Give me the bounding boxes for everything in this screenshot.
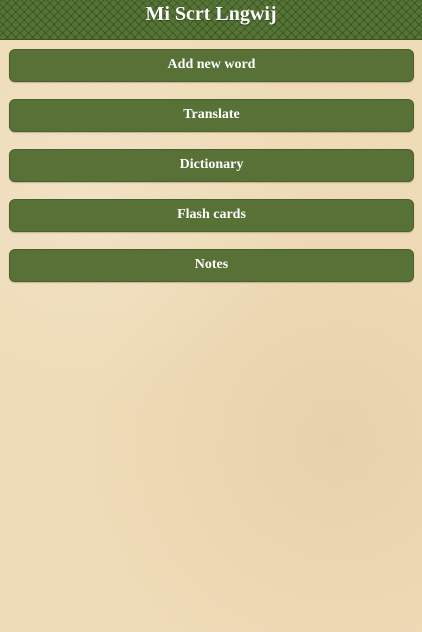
translate-button[interactable]: Translate	[9, 99, 414, 132]
flash-cards-label: Flash cards	[177, 206, 246, 222]
header-bar: Mi Scrt Lngwij	[0, 0, 422, 40]
app-root: Mi Scrt Lngwij Add new word Translate Di…	[0, 0, 422, 632]
notes-button[interactable]: Notes	[9, 249, 414, 282]
add-new-word-button[interactable]: Add new word	[9, 49, 414, 82]
translate-label: Translate	[183, 106, 240, 122]
dictionary-label: Dictionary	[179, 156, 244, 172]
add-new-word-label: Add new word	[167, 56, 256, 72]
notes-label: Notes	[194, 256, 229, 272]
main-menu: Add new word Translate Dictionary Flash …	[9, 49, 414, 299]
app-title: Mi Scrt Lngwij	[145, 2, 277, 25]
flash-cards-button[interactable]: Flash cards	[9, 199, 414, 232]
dictionary-button[interactable]: Dictionary	[9, 149, 414, 182]
